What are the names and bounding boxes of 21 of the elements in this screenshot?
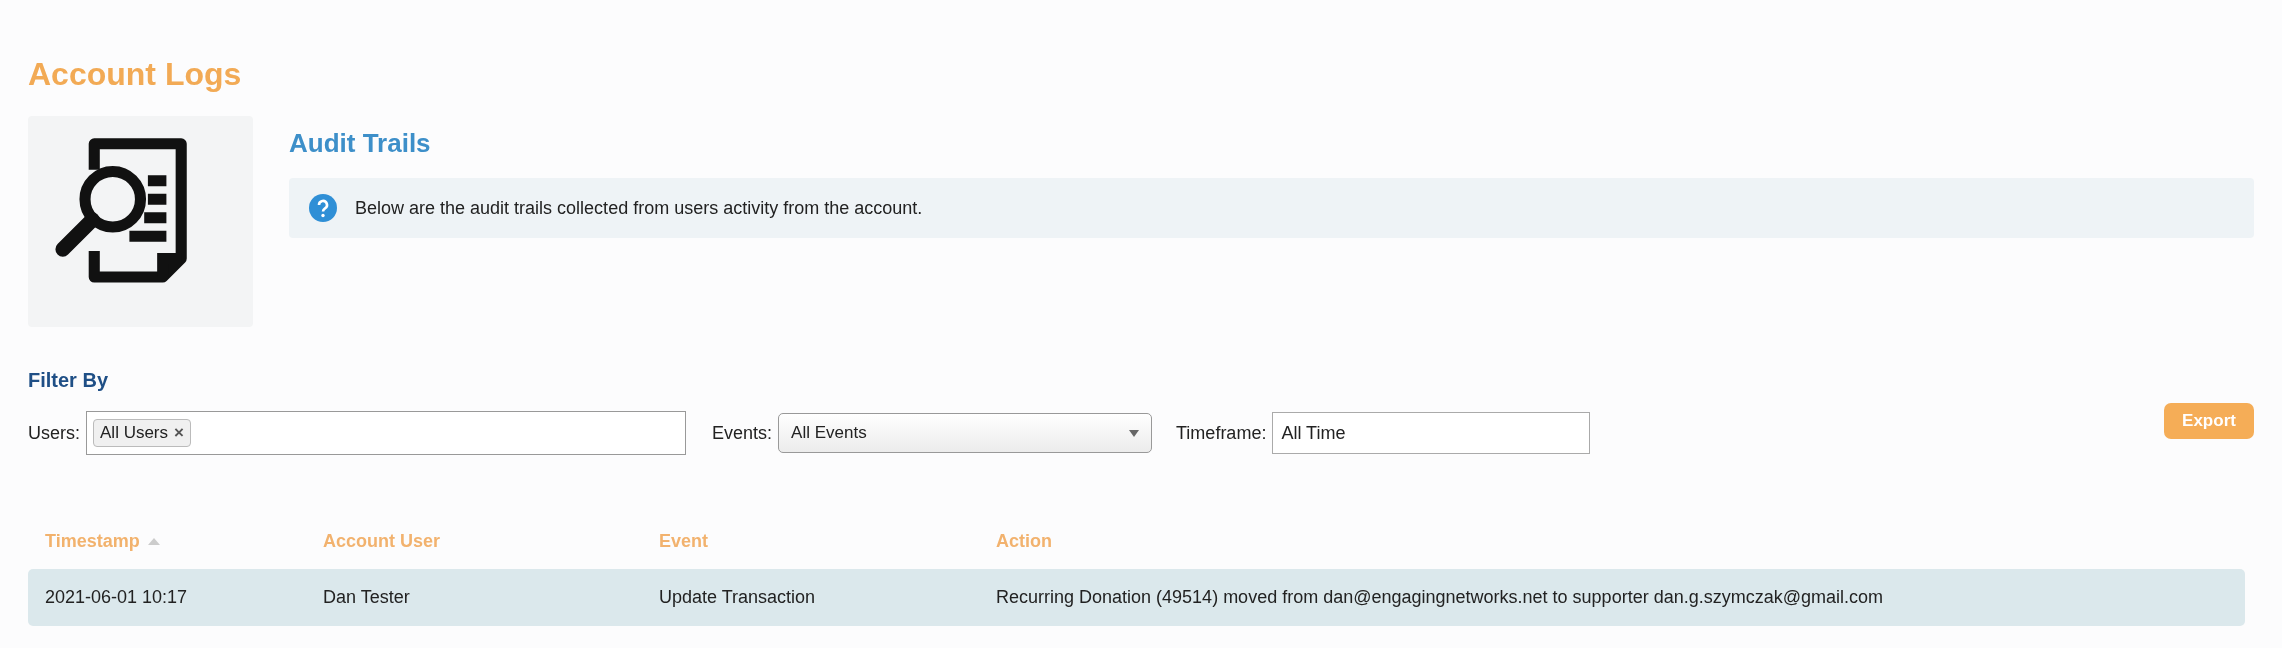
events-select[interactable]: All Events: [778, 413, 1153, 453]
users-label: Users:: [28, 421, 80, 445]
timeframe-field[interactable]: All Time: [1272, 412, 1591, 454]
help-icon: [309, 194, 337, 222]
section-title: Audit Trails: [289, 127, 432, 156]
table-row[interactable]: 2021-06-01 10:17 Dan Tester Update Transaction Recurring Donation (49514) moved from dan@engagingnetworks.net to supporter dan.g.szymczak@gmail.com: [28, 569, 2245, 626]
sort-up-icon: [147, 537, 160, 545]
table-cell: Recurring Donation (49514) moved from dan@engagingnetworks.net to supporter dan.g.szymczak@gmail.com: [996, 587, 1883, 607]
table-cell: Update Transaction: [659, 587, 816, 607]
table-cell: 2021-06-01 10:17: [45, 587, 188, 607]
dropdown-caret-icon: [1129, 429, 1140, 437]
timeframe-label: Timeframe:: [1176, 421, 1267, 445]
events-label: Events:: [712, 421, 773, 445]
table-cell: Dan Tester: [323, 587, 410, 607]
info-text: Below are the audit trails collected from users activity from the account.: [355, 196, 923, 220]
token-text: All Users: [100, 422, 169, 445]
users-field[interactable]: All Users ×: [86, 411, 686, 455]
token-remove[interactable]: ×: [174, 420, 184, 446]
filter-heading: Filter By: [28, 368, 109, 393]
events-value: All Events: [791, 422, 867, 445]
page-title: Account Logs: [28, 58, 243, 90]
